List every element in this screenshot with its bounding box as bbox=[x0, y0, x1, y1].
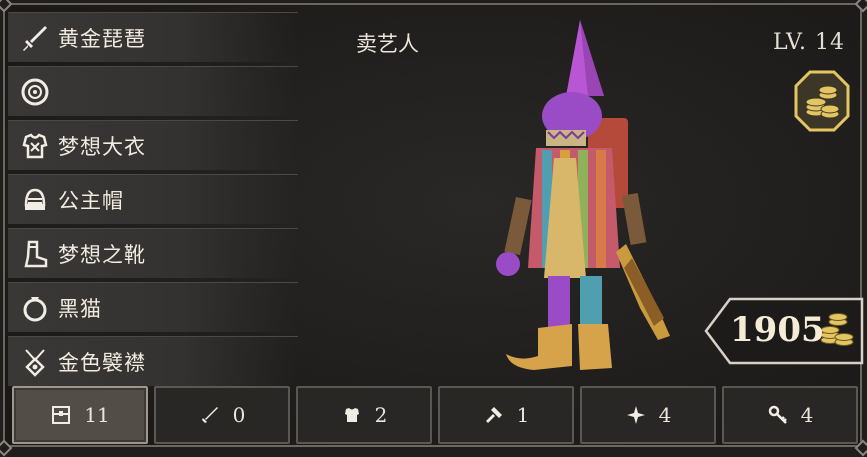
inventory-tabs: 11 0 2 1 4 4 bbox=[12, 386, 858, 444]
character-model bbox=[480, 18, 700, 378]
equip-slot-shield[interactable] bbox=[8, 66, 298, 116]
tab-count: 4 bbox=[658, 403, 672, 427]
equip-slot-ring[interactable]: 黑猫 bbox=[8, 282, 298, 332]
hammer-icon bbox=[483, 404, 505, 426]
boot-icon bbox=[18, 237, 52, 271]
equipment-list: 黄金琵琶 梦想大衣 公主帽 梦想之靴 黑猫 金色襞襟 bbox=[8, 12, 298, 390]
tab-count: 11 bbox=[84, 403, 110, 427]
equip-slot-helmet[interactable]: 公主帽 bbox=[8, 174, 298, 224]
equip-slot-armor[interactable]: 梦想大衣 bbox=[8, 120, 298, 170]
equip-slot-label: 黑猫 bbox=[58, 296, 102, 321]
star-icon bbox=[625, 404, 647, 426]
sword-icon bbox=[18, 21, 52, 55]
tab-gems[interactable]: 4 bbox=[580, 386, 716, 444]
character-level: LV. 14 bbox=[772, 30, 845, 55]
ring-icon bbox=[18, 291, 52, 325]
equip-slot-label: 公主帽 bbox=[58, 188, 124, 213]
helmet-icon bbox=[18, 183, 52, 217]
equip-slot-label: 金色襞襟 bbox=[58, 350, 146, 375]
tab-chest[interactable]: 11 bbox=[12, 386, 148, 444]
armor-icon bbox=[18, 129, 52, 163]
equip-slot-label: 梦想之靴 bbox=[58, 242, 146, 267]
sword-icon bbox=[199, 404, 221, 426]
equip-slot-label: 梦想大衣 bbox=[58, 134, 146, 159]
shield-icon bbox=[18, 75, 52, 109]
tab-tools[interactable]: 1 bbox=[438, 386, 574, 444]
equip-slot-amulet[interactable]: 金色襞襟 bbox=[8, 336, 298, 386]
equip-slot-label: 黄金琵琶 bbox=[58, 26, 146, 51]
gold-amount: 1905 bbox=[730, 310, 825, 350]
character-name: 卖艺人 bbox=[356, 32, 419, 56]
tab-weapons[interactable]: 0 bbox=[154, 386, 290, 444]
tab-count: 4 bbox=[800, 403, 814, 427]
tab-armor[interactable]: 2 bbox=[296, 386, 432, 444]
armor-icon bbox=[341, 404, 363, 426]
tab-count: 1 bbox=[516, 403, 530, 427]
chest-icon bbox=[50, 404, 72, 426]
equip-slot-boots[interactable]: 梦想之靴 bbox=[8, 228, 298, 278]
tab-count: 2 bbox=[374, 403, 388, 427]
equip-slot-weapon[interactable]: 黄金琵琶 bbox=[8, 12, 298, 62]
gold-shop-button[interactable] bbox=[794, 70, 850, 132]
key-icon bbox=[767, 404, 789, 426]
tab-keys[interactable]: 4 bbox=[722, 386, 858, 444]
amulet-icon bbox=[18, 345, 52, 379]
tab-count: 0 bbox=[232, 403, 246, 427]
